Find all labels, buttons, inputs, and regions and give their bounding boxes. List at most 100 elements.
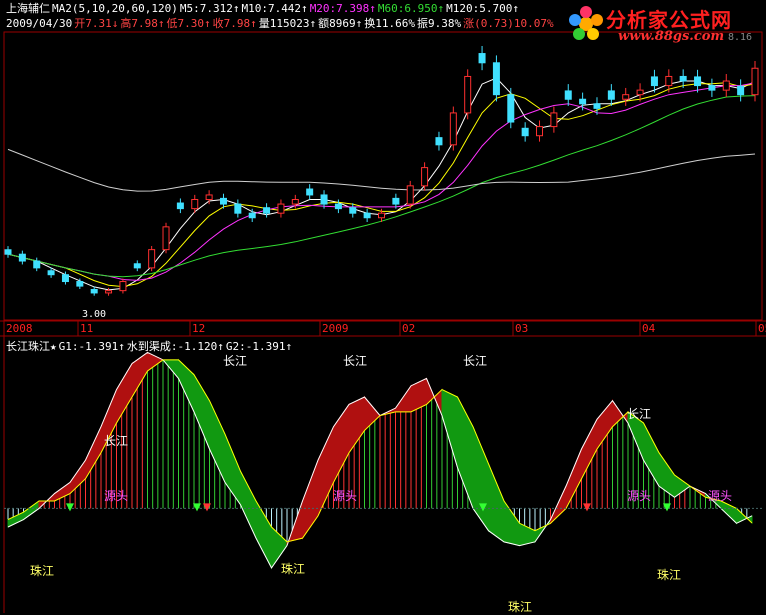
annotation-3: 长江	[463, 354, 488, 368]
header-field-2: M5:7.312↑	[179, 2, 240, 15]
annotation-11: 珠江	[508, 600, 533, 614]
moving-average-lines	[7, 77, 756, 291]
annotation-2: 长江	[343, 354, 368, 368]
candle-body	[205, 194, 213, 201]
candle-body	[435, 137, 443, 146]
annotation-8: 源头	[708, 489, 733, 503]
g1-g2-band	[410, 377, 427, 413]
date-tick-1: 11	[80, 322, 94, 335]
indicator-field-0: 长江珠江★	[6, 340, 57, 353]
candle-body	[679, 75, 687, 82]
g1-g2-band	[503, 499, 520, 547]
date-tick-6: 04	[642, 322, 656, 335]
candle-body	[291, 199, 299, 205]
quote-field-2: 高7.98↑	[120, 17, 165, 30]
candle-body	[622, 94, 630, 100]
annotation-5: 源头	[104, 489, 129, 503]
date-tick-2: 12	[192, 322, 206, 335]
g1-g2-band	[658, 451, 675, 499]
candle-body	[33, 260, 41, 269]
annotation-6: 源头	[333, 489, 358, 503]
signal-arrow-icon	[66, 503, 74, 512]
g1-g2-band	[488, 463, 505, 543]
candle-body	[334, 203, 342, 210]
quote-field-5: 量115023↑	[258, 17, 317, 30]
g1-g2-band	[348, 396, 365, 455]
candle-body	[378, 212, 385, 219]
candle-body	[737, 85, 745, 96]
quote-field-8: 振9.38%	[416, 17, 462, 30]
flower-logo-icon	[569, 6, 603, 40]
g1-g2-band	[209, 400, 226, 483]
indicator-header: 长江珠江★ G1:-1.391↑ 水到渠成:-1.120↑ G2:-1.391↑	[6, 340, 294, 353]
price-header-line1: 上海辅仁 MA2(5,10,20,60,120) M5:7.312↑ M10:7.44…	[6, 2, 521, 15]
candle-body	[4, 249, 12, 255]
g1-g2-band	[116, 361, 133, 425]
candle-body	[650, 76, 658, 87]
candle-body	[320, 194, 328, 205]
g1-g2-band	[472, 426, 489, 533]
min-price-label: 3.00	[82, 309, 107, 320]
candle-body	[234, 203, 242, 214]
date-tick-7: 05	[758, 322, 766, 335]
g1-g2-band	[581, 419, 598, 479]
candle-body	[219, 197, 227, 205]
candle-body	[133, 263, 141, 269]
candle-body	[536, 126, 544, 137]
candle-body	[248, 212, 256, 219]
g1-g2-band	[643, 422, 660, 488]
g1-g2-band	[85, 426, 102, 481]
candle-body	[306, 188, 314, 196]
g1-g2-band	[7, 511, 24, 528]
signal-arrows	[66, 503, 671, 512]
header-field-1: MA2(5,10,20,60,120)	[52, 2, 178, 15]
date-tick-4: 02	[402, 322, 416, 335]
candle-body	[119, 281, 127, 292]
candle-body	[76, 281, 84, 287]
candle-body	[449, 112, 457, 146]
candle-body	[176, 202, 184, 210]
g1-g2-band	[674, 474, 691, 499]
candle-body	[708, 85, 716, 91]
candle-body	[593, 103, 601, 109]
candle-body	[579, 98, 587, 105]
candle-body	[722, 80, 730, 91]
ma-line-M60	[7, 95, 756, 278]
annotation-9: 珠江	[30, 564, 55, 578]
candle-body	[148, 249, 156, 269]
candle-body	[363, 212, 371, 219]
annotation-7: 源头	[627, 489, 652, 503]
candle-body	[607, 90, 615, 100]
max-price-label: 8.16	[728, 32, 753, 43]
signal-arrow-icon	[583, 503, 591, 512]
candle-body	[507, 94, 515, 123]
annotation-0: 长江	[104, 434, 129, 448]
date-tick-3: 2009	[322, 322, 349, 335]
candle-body	[162, 226, 170, 251]
g1-g2-band	[364, 395, 381, 432]
candle-body	[492, 62, 500, 96]
quote-field-6: 额8969↑	[318, 17, 363, 30]
candle-body	[665, 75, 673, 87]
price-header-line2: 2009/04/30 开7.31↓ 高7.98↑ 低7.30↑ 收7.98↑ 量11502…	[6, 17, 556, 30]
quote-field-7: 换11.66%	[364, 17, 415, 30]
annotation-1: 长江	[223, 354, 248, 368]
candle-body	[521, 127, 529, 137]
chart-canvas	[0, 31, 766, 613]
quote-field-9: 涨(0.73)10.07%	[463, 17, 554, 30]
candle-body	[18, 253, 26, 262]
ma-line-M120	[7, 148, 756, 192]
indicator-field-1: G1:-1.391↑	[58, 340, 125, 353]
ma-line-M5	[7, 77, 756, 291]
g1-g2-band	[193, 372, 210, 450]
indicator-field-2: 水到渠成:-1.120↑	[126, 340, 224, 353]
candle-body	[263, 207, 271, 214]
candle-body	[636, 89, 644, 96]
candle-body	[694, 76, 702, 87]
quote-field-0: 2009/04/30	[6, 17, 73, 30]
candle-body	[191, 199, 199, 210]
g1-g2-band	[69, 458, 86, 495]
g1-g2-band	[457, 396, 474, 509]
candle-body	[478, 53, 486, 64]
g1-g2-band	[596, 399, 613, 451]
